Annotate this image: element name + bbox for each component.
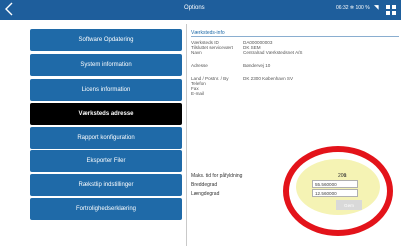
max-time-unit: s (344, 173, 347, 179)
menu-license-information[interactable]: Licens information (30, 79, 182, 101)
latitude-label: Breddegrad (191, 182, 218, 188)
window-title: Options (184, 5, 205, 11)
battery-level: 100 % (355, 5, 370, 11)
menu-report-configuration[interactable]: Rapport konfiguration (30, 127, 182, 149)
detail-value: Bøndervej 10 (243, 63, 271, 68)
latitude-field[interactable] (312, 180, 358, 188)
top-bar: Options 06:32 ✲ 100 % ◥ (0, 0, 401, 20)
detail-value: Centralrad Værkstedsnet A/S (243, 50, 303, 55)
menu-export-files[interactable]: Eksporter Filer (30, 150, 182, 172)
longitude-label: Længdegrad (191, 191, 220, 197)
longitude-field[interactable] (312, 189, 358, 197)
detail-label: Navn (191, 50, 202, 55)
section-underline (191, 36, 399, 37)
menu-privacy-statement[interactable]: Fortrolighedserklæring (30, 198, 182, 220)
menu-system-information[interactable]: System information (30, 54, 182, 76)
save-button[interactable]: Gem (336, 200, 362, 210)
menu-workshop-address[interactable]: Værksteds adresse (30, 103, 182, 125)
detail-label: E-mail (191, 91, 205, 96)
clock: 06:32 (336, 5, 349, 11)
wifi-icon: ◥ (374, 5, 379, 11)
bluetooth-icon: ✲ (349, 5, 355, 11)
status-bar: 06:32 ✲ 100 % (336, 5, 370, 11)
panel-divider (186, 24, 187, 246)
menu-receipt-settings[interactable]: Rækstlip indstillinger (30, 174, 182, 196)
detail-label: Adresse (191, 63, 208, 68)
menu-software-update[interactable]: Software Opdatering (30, 29, 182, 51)
back-arrow-icon[interactable] (4, 2, 14, 16)
max-time-label: Maks. tid for påfyldning (191, 173, 243, 179)
detail-value: DK 2300 København SV (243, 76, 294, 81)
grid-icon[interactable] (386, 5, 396, 15)
